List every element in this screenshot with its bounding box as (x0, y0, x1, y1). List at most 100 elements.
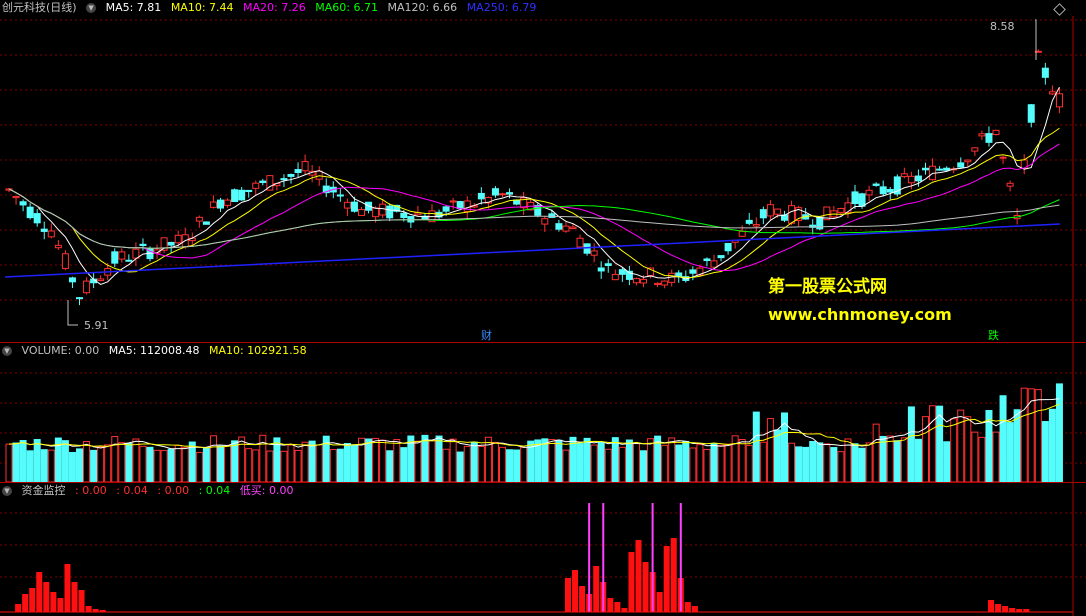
candle-body (118, 251, 126, 260)
volume-bar (555, 439, 563, 483)
candle-body (957, 162, 965, 168)
stock-name: 创元科技(日线) (2, 1, 77, 14)
candle-body (661, 280, 669, 286)
volume-bar (724, 443, 732, 483)
candle-body (611, 273, 619, 281)
money-bar (635, 540, 642, 612)
money-bar (1009, 608, 1016, 612)
candle-body (358, 209, 365, 216)
volume-bar (816, 442, 824, 483)
low-pointer (67, 300, 78, 326)
candle-body (1006, 182, 1014, 187)
candle-body (61, 253, 69, 269)
candle-body (224, 199, 232, 206)
candle-body (287, 173, 295, 177)
volume-bar (280, 450, 288, 483)
volume-bar (964, 416, 972, 483)
candle-body (759, 209, 767, 219)
candle-body (407, 216, 415, 223)
money-value-2: : 0.04 (116, 484, 148, 497)
volume-bar (111, 436, 119, 483)
volume-bar (893, 440, 901, 483)
candle-body (33, 213, 41, 224)
volume-bar (181, 447, 189, 483)
candle-body (541, 218, 549, 225)
volume-bar (858, 447, 866, 483)
volume-bar (231, 440, 239, 483)
volume-bar (245, 448, 253, 483)
volume-bar (752, 411, 760, 483)
candle-body (654, 282, 662, 286)
money-bar (43, 582, 50, 612)
money-monitor-panel[interactable]: ▼ 资金监控 : 0.00 : 0.04 : 0.00 : 0.04 低买: 0… (0, 482, 1086, 616)
volume-bar (668, 437, 676, 483)
money-value-1: : 0.00 (75, 484, 107, 497)
money-bar (628, 552, 635, 612)
candle-body (703, 258, 711, 262)
volume-bar (301, 441, 309, 483)
volume-bar (971, 431, 979, 483)
money-bar (71, 582, 78, 612)
volume-bar (68, 451, 76, 483)
candle-body (710, 260, 718, 268)
candle-body (54, 244, 62, 249)
money-bar (995, 604, 1002, 612)
volume-bar (188, 441, 196, 483)
volume-bar (442, 448, 450, 483)
money-bar (22, 594, 29, 612)
candle-body (1055, 93, 1063, 108)
candle-body (978, 133, 986, 137)
volume-bar (583, 437, 591, 483)
ma-line (8, 127, 1060, 278)
volume-bar (118, 442, 126, 483)
money-bar (64, 564, 71, 612)
candlestick-chart[interactable] (0, 0, 1086, 342)
main-chart-panel[interactable]: 创元科技(日线) ▼ MA5: 7.81 MA10: 7.44 MA20: 7.… (0, 0, 1086, 342)
money-bar (663, 546, 670, 612)
money-bar (85, 606, 92, 612)
collapse-icon[interactable]: ▼ (2, 346, 12, 356)
candle-body (19, 201, 27, 206)
volume-header: ▼ VOLUME: 0.00 MA5: 112008.48 MA10: 1029… (0, 343, 313, 359)
candle-body (294, 169, 302, 174)
candle-body (943, 167, 951, 171)
candle-body (174, 234, 182, 244)
volume-bar (470, 441, 478, 483)
earnings-marker[interactable]: 财 (481, 327, 492, 343)
candle-body (477, 192, 485, 200)
collapse-icon[interactable]: ▼ (2, 486, 12, 496)
watermark-cn: 第一股票公式网 (768, 277, 887, 297)
candle-body (992, 129, 1000, 136)
money-monitor-chart[interactable] (0, 483, 1086, 616)
volume-bar (421, 434, 429, 483)
volume-bar (682, 440, 690, 483)
candle-body (597, 267, 605, 272)
volume-bar (449, 438, 457, 483)
volume-bar (90, 449, 98, 483)
volume-bar (224, 444, 232, 483)
volume-bar (999, 395, 1007, 483)
volume-bar (914, 438, 922, 483)
candle-body (985, 133, 993, 143)
candle-body (336, 194, 344, 197)
volume-chart[interactable] (0, 343, 1086, 483)
volume-bar (506, 449, 514, 483)
money-bar (572, 570, 579, 612)
collapse-icon[interactable]: ▼ (86, 3, 97, 13)
money-bar (691, 606, 698, 612)
volume-bar (294, 449, 302, 483)
volume-bar (139, 445, 147, 483)
ma-line (8, 143, 1060, 272)
volume-bar (428, 440, 436, 483)
candle-body (534, 205, 542, 216)
volume-bar (174, 444, 182, 483)
candle-body (449, 200, 457, 203)
volume-bar (978, 436, 986, 483)
candle-body (914, 175, 922, 182)
volume-bar (146, 446, 154, 483)
candle-body (463, 200, 471, 213)
drop-marker[interactable]: 跌 (988, 327, 999, 343)
volume-bar (463, 445, 471, 483)
ma60-label: MA60: 6.71 (315, 1, 378, 14)
volume-panel[interactable]: ▼ VOLUME: 0.00 MA5: 112008.48 MA10: 1029… (0, 342, 1086, 483)
